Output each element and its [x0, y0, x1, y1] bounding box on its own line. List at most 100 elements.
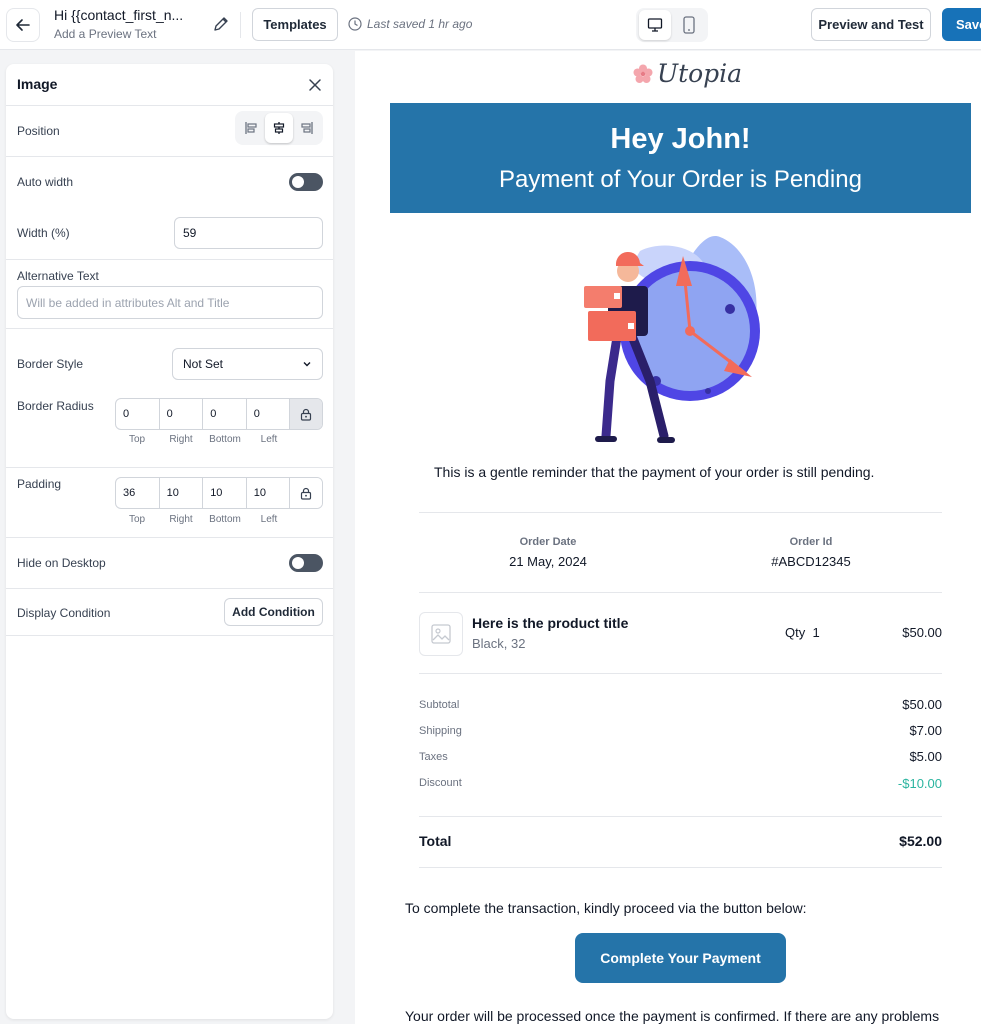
shipping-label: Shipping [419, 725, 462, 737]
reminder-text: This is a gentle reminder that the payme… [434, 464, 875, 480]
delivery-clock-illustration[interactable] [580, 231, 780, 449]
padding-inputs: 36 10 10 10 [115, 477, 323, 509]
align-left-button[interactable] [237, 113, 265, 143]
padding-bottom-input[interactable]: 10 [203, 478, 247, 508]
footer-text: Your order will be processed once the pa… [405, 1008, 940, 1024]
divider [419, 673, 942, 674]
side-label-right: Right [169, 434, 193, 445]
align-center-button[interactable] [265, 113, 293, 143]
templates-button[interactable]: Templates [252, 8, 338, 41]
divider [419, 867, 942, 868]
email-canvas: Utopia Hey John! Payment of Your Order i… [355, 51, 981, 1024]
device-toggle [636, 8, 708, 42]
clock-icon [348, 17, 362, 31]
border-style-label: Border Style [17, 357, 84, 371]
chevron-down-icon [303, 362, 311, 367]
divider [419, 512, 942, 513]
panel-header: Image [6, 64, 333, 106]
save-button[interactable]: Save [942, 8, 981, 41]
divider [419, 592, 942, 593]
border-radius-top-input[interactable]: 0 [116, 399, 160, 429]
product-quantity: Qty 1 [785, 625, 820, 640]
mobile-view-button[interactable] [673, 10, 705, 40]
preview-text-field[interactable]: Add a Preview Text [54, 27, 157, 41]
complete-payment-button[interactable]: Complete Your Payment [575, 933, 786, 983]
image-settings-panel: Image Position Auto width Width (%) 59 A… [6, 64, 333, 1019]
product-price: $50.00 [902, 625, 942, 640]
padding-left-input[interactable]: 10 [247, 478, 291, 508]
width-input[interactable]: 59 [174, 217, 323, 249]
border-style-select[interactable]: Not Set [172, 348, 323, 380]
side-label-left: Left [260, 514, 278, 525]
border-style-value: Not Set [183, 357, 224, 371]
alt-text-label: Alternative Text [17, 269, 99, 283]
product-title: Here is the product title [472, 615, 629, 631]
total-value: $52.00 [899, 833, 942, 849]
border-radius-left-input[interactable]: 0 [247, 399, 291, 429]
align-right-icon [301, 122, 313, 134]
padding-lock-button[interactable] [290, 478, 322, 508]
taxes-value: $5.00 [909, 749, 942, 764]
total-label: Total [419, 833, 452, 849]
subtotal-label: Subtotal [419, 699, 460, 711]
width-label: Width (%) [17, 226, 70, 240]
align-center-icon [273, 122, 285, 134]
desktop-icon [647, 18, 663, 32]
hero-subtitle: Payment of Your Order is Pending [499, 166, 862, 193]
hero-title: Hey John! [610, 123, 751, 155]
arrow-left-icon [16, 19, 30, 31]
hide-desktop-label: Hide on Desktop [17, 556, 106, 570]
divider [6, 537, 333, 538]
border-radius-lock-button[interactable] [290, 399, 322, 429]
padding-label: Padding [17, 477, 62, 491]
alt-text-input[interactable]: Will be added in attributes Alt and Titl… [17, 286, 323, 319]
divider [419, 816, 942, 817]
top-bar: Hi {{contact_first_n... Add a Preview Te… [0, 0, 981, 50]
taxes-label: Taxes [419, 751, 448, 763]
hide-desktop-toggle[interactable] [289, 554, 323, 572]
logo-text: Utopia [657, 59, 743, 88]
border-radius-right-input[interactable]: 0 [160, 399, 204, 429]
desktop-view-button[interactable] [639, 10, 671, 40]
preview-and-test-button[interactable]: Preview and Test [811, 8, 931, 41]
border-radius-inputs: 0 0 0 0 [115, 398, 323, 430]
side-label-left: Left [260, 434, 278, 445]
padding-side-labels: Top Right Bottom Left [115, 514, 291, 525]
side-label-bottom: Bottom [209, 434, 241, 445]
add-condition-button[interactable]: Add Condition [224, 598, 323, 626]
border-radius-side-labels: Top Right Bottom Left [115, 434, 291, 445]
close-icon[interactable] [306, 76, 324, 94]
padding-right-input[interactable]: 10 [160, 478, 204, 508]
back-button[interactable] [6, 8, 40, 42]
product-variant: Black, 32 [472, 636, 526, 651]
discount-value: -$10.00 [897, 776, 942, 791]
logo[interactable]: Utopia [632, 59, 742, 88]
order-id-value: #ABCD12345 [771, 554, 851, 569]
mobile-icon [683, 16, 695, 34]
divider [240, 12, 241, 38]
side-label-right: Right [169, 514, 193, 525]
align-right-button[interactable] [293, 113, 321, 143]
order-date-value: 21 May, 2024 [509, 554, 587, 569]
divider [6, 635, 333, 636]
side-label-bottom: Bottom [209, 514, 241, 525]
shipping-value: $7.00 [909, 723, 942, 738]
qty-label: Qty [785, 625, 806, 640]
lock-icon [301, 487, 312, 500]
auto-width-toggle[interactable] [289, 173, 323, 191]
padding-top-input[interactable]: 36 [116, 478, 160, 508]
lock-icon [301, 408, 312, 421]
align-left-icon [245, 122, 257, 134]
pencil-icon[interactable] [211, 14, 231, 34]
product-image-placeholder [419, 612, 463, 656]
discount-label: Discount [419, 777, 462, 789]
display-condition-label: Display Condition [17, 606, 111, 620]
panel-title: Image [17, 76, 58, 92]
hero-banner[interactable]: Hey John! Payment of Your Order is Pendi… [390, 103, 971, 213]
side-label-top: Top [128, 434, 146, 445]
email-subject[interactable]: Hi {{contact_first_n... [54, 7, 189, 23]
divider [6, 588, 333, 589]
border-radius-bottom-input[interactable]: 0 [203, 399, 247, 429]
last-saved-status: Last saved 1 hr ago [348, 17, 472, 31]
position-label: Position [17, 124, 60, 138]
